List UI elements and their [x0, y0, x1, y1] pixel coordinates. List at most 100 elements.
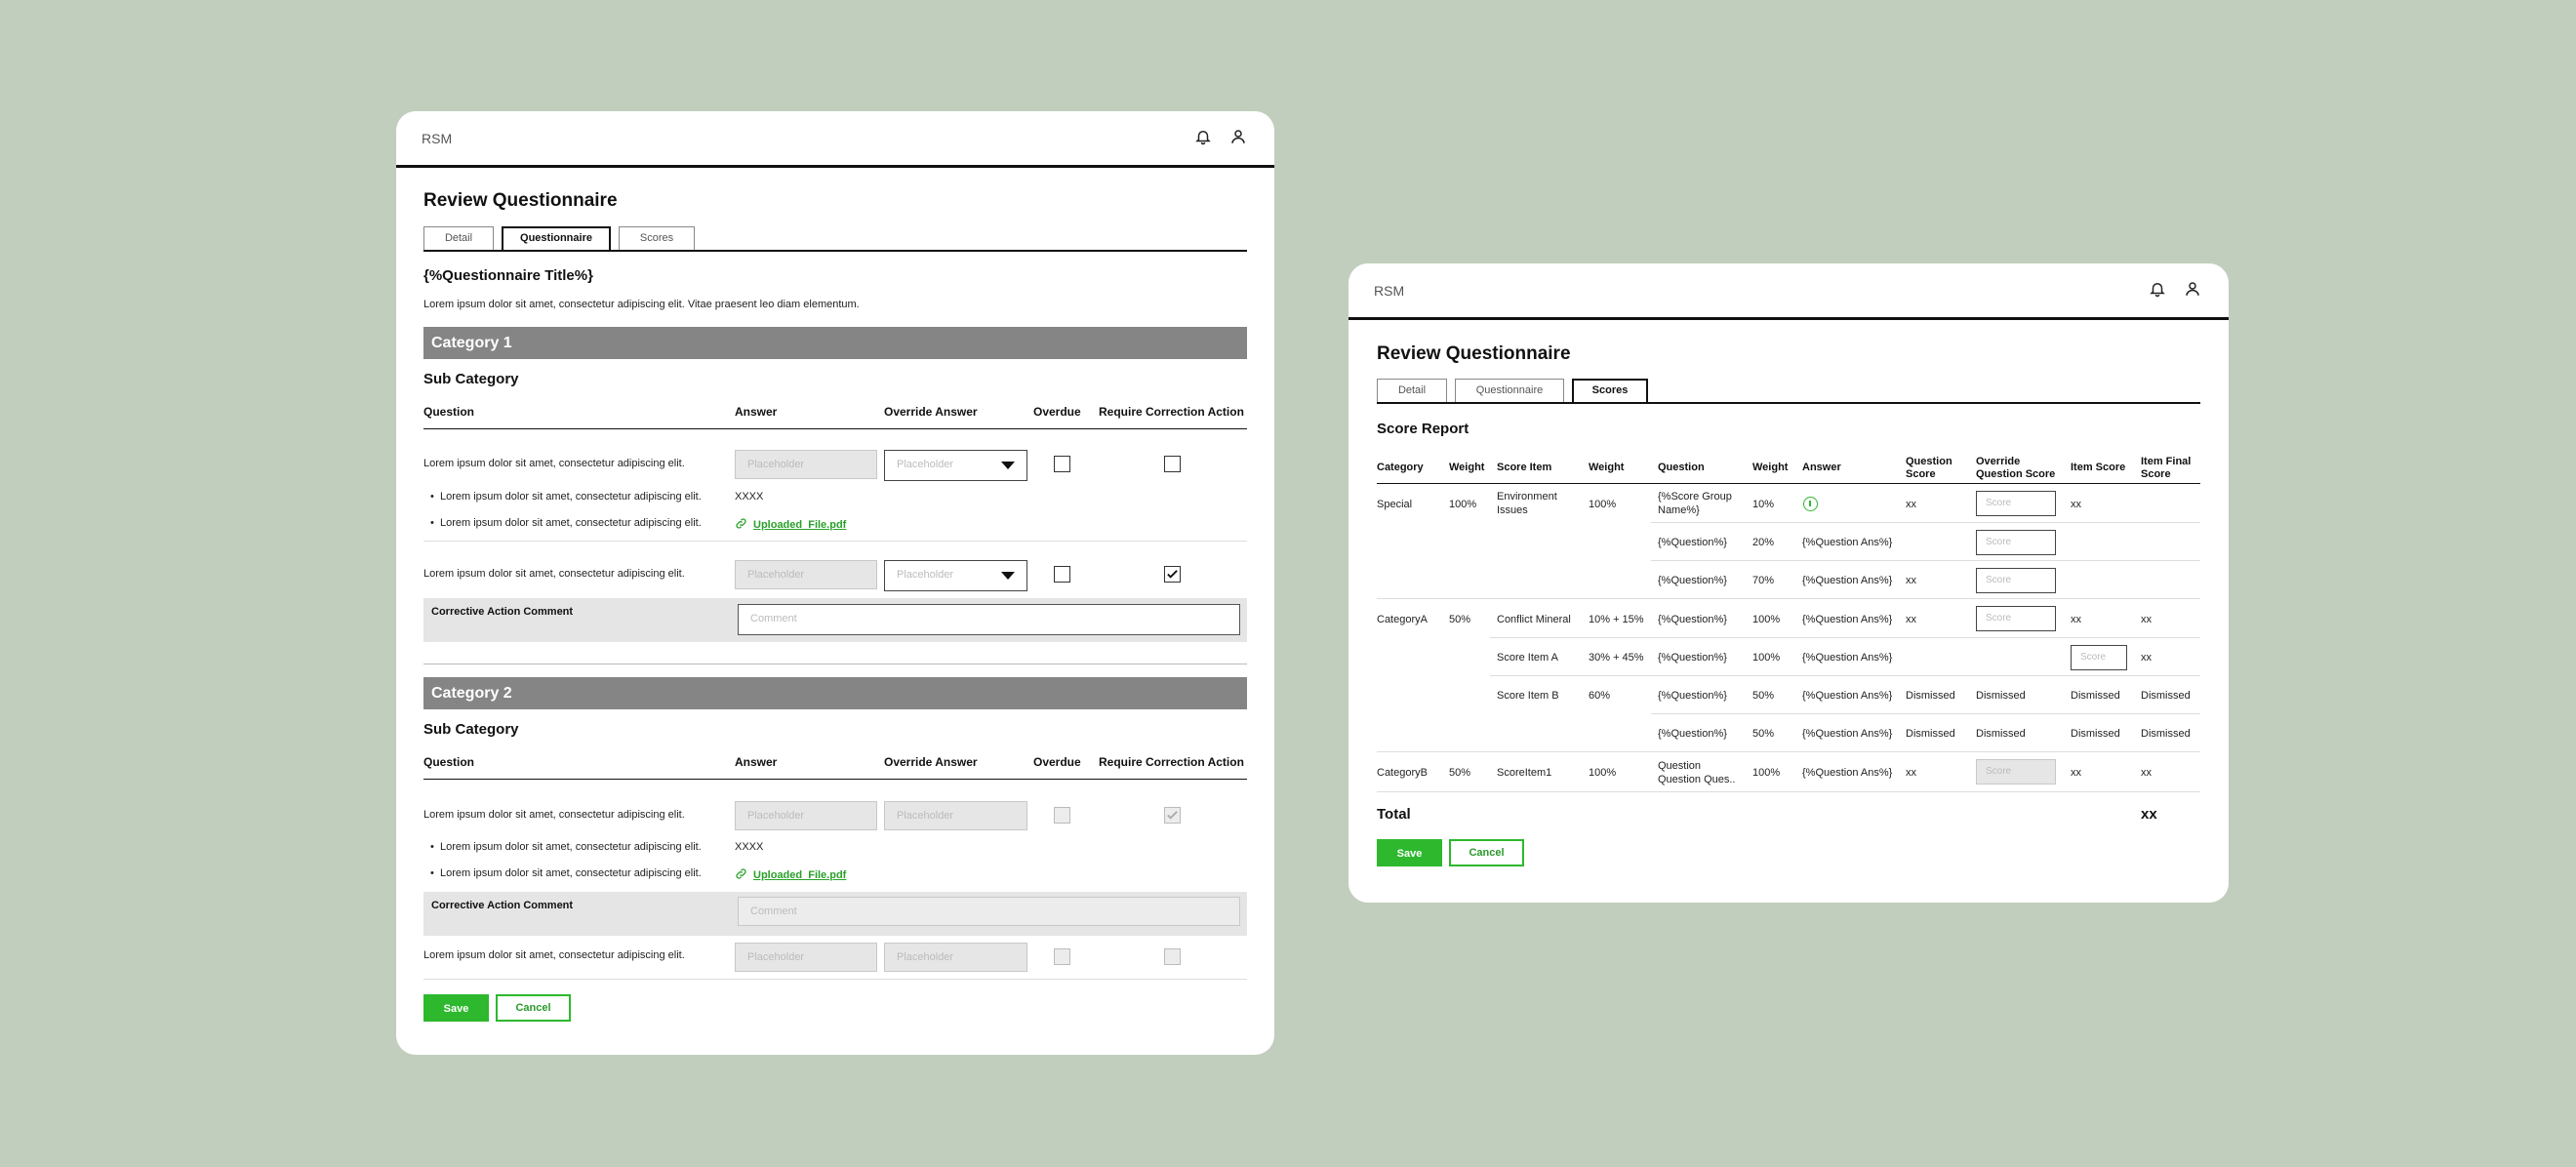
save-button[interactable]: Save [1377, 839, 1442, 866]
comment-input[interactable]: Comment [738, 604, 1240, 635]
question-score-cell: Dismissed [1906, 690, 1955, 702]
correction-checkbox[interactable] [1164, 948, 1181, 965]
overdue-checkbox[interactable] [1054, 456, 1070, 472]
comment-input[interactable]: Comment [738, 897, 1240, 926]
total-label: Total [1377, 806, 1411, 823]
tab-questionnaire[interactable]: Questionnaire [1455, 379, 1564, 402]
question-score-cell: Dismissed [1906, 728, 1955, 740]
col-answer: Answer [735, 405, 778, 419]
tab-questionnaire[interactable]: Questionnaire [502, 226, 611, 250]
score-input[interactable]: Score [1976, 759, 2056, 785]
weight-cell: 100% [1449, 499, 1477, 510]
answer-input[interactable]: Placeholder [735, 801, 877, 830]
override-answer-select[interactable]: Placeholder [884, 560, 1027, 591]
question-text: Lorem ipsum dolor sit amet, consectetur … [423, 809, 685, 821]
override-placeholder: Placeholder [897, 459, 954, 470]
category-cell: Special [1377, 499, 1413, 510]
question-cell: {%Question%} [1658, 537, 1727, 548]
cancel-button[interactable]: Cancel [496, 994, 571, 1022]
override-placeholder: Placeholder [897, 569, 954, 581]
questionnaire-card: RSM Review Questionnaire Detail Question… [396, 111, 1274, 1055]
col-category: Category [1377, 462, 1424, 473]
weight-cell: 10% + 15% [1589, 614, 1644, 625]
correction-checkbox[interactable] [1164, 456, 1181, 472]
info-icon[interactable] [1803, 497, 1818, 511]
score-input[interactable]: Score [1976, 606, 2056, 631]
item-score-cell: xx [2071, 767, 2081, 779]
correction-checkbox[interactable] [1164, 807, 1181, 824]
question-score-cell: xx [1906, 767, 1916, 779]
tab-scores[interactable]: Scores [1572, 379, 1648, 402]
question-text: Lorem ipsum dolor sit amet, consectetur … [423, 458, 685, 469]
corrective-action-panel: Corrective Action Comment Comment [423, 892, 1247, 936]
overdue-checkbox[interactable] [1054, 948, 1070, 965]
answer-cell: {%Question Ans%} [1802, 575, 1893, 586]
subcategory-title: Sub Category [423, 371, 519, 387]
question-score-cell: xx [1906, 499, 1916, 510]
bell-icon[interactable] [2149, 280, 2166, 298]
checkmark-icon [1167, 811, 1178, 820]
sub-answer-value: XXXX [735, 491, 764, 503]
correction-checkbox[interactable] [1164, 566, 1181, 583]
col-overdue: Overdue [1033, 755, 1081, 769]
overdue-checkbox[interactable] [1054, 566, 1070, 583]
overdue-checkbox[interactable] [1054, 807, 1070, 824]
divider [1651, 522, 2200, 523]
sub-question-text: Lorem ipsum dolor sit amet, consectetur … [430, 517, 702, 529]
question-cell: {%Question%} [1658, 690, 1727, 702]
override-score-cell: Dismissed [1976, 728, 2026, 740]
bell-icon[interactable] [1194, 128, 1212, 145]
question-cell: {%Question%} [1658, 575, 1727, 586]
subcategory-title: Sub Category [423, 721, 519, 738]
tab-scores[interactable]: Scores [619, 226, 695, 250]
tab-bar: Detail Questionnaire Scores [423, 226, 1247, 252]
score-input[interactable]: Score [1976, 568, 2056, 593]
file-name: Uploaded_File.pdf [753, 519, 847, 531]
chevron-down-icon [1001, 572, 1015, 580]
score-input[interactable]: Score [1976, 491, 2056, 516]
app-header: RSM [396, 111, 1274, 168]
item-final-score-cell: xx [2141, 767, 2152, 779]
user-icon[interactable] [2184, 280, 2201, 298]
divider [423, 541, 1247, 542]
item-score-input[interactable]: Score [2071, 645, 2127, 670]
override-score-cell: Dismissed [1976, 690, 2026, 702]
sub-question-text: Lorem ipsum dolor sit amet, consectetur … [430, 841, 702, 853]
override-answer-input[interactable]: Placeholder [884, 943, 1027, 972]
answer-input[interactable]: Placeholder [735, 560, 877, 589]
weight-cell: 50% [1752, 690, 1775, 702]
chevron-down-icon [1001, 462, 1015, 469]
score-input[interactable]: Score [1976, 530, 2056, 555]
override-answer-select[interactable]: Placeholder [884, 450, 1027, 481]
page-title: Review Questionnaire [423, 190, 618, 211]
answer-input[interactable]: Placeholder [735, 943, 877, 972]
col-question-weight: Weight [1752, 462, 1789, 473]
answer-input[interactable]: Placeholder [735, 450, 877, 479]
weight-cell: 30% + 45% [1589, 652, 1644, 664]
weight-cell: 50% [1449, 614, 1471, 625]
save-button[interactable]: Save [423, 994, 489, 1022]
answer-cell: {%Question Ans%} [1802, 690, 1893, 702]
override-answer-input[interactable]: Placeholder [884, 801, 1027, 830]
weight-cell: 50% [1449, 767, 1471, 779]
uploaded-file-link[interactable]: Uploaded_File.pdf [735, 867, 846, 881]
col-require-correction: Require Correction Action [1099, 405, 1244, 419]
score-item-cell: Score Item B [1497, 690, 1559, 702]
item-score-cell: xx [2071, 499, 2081, 510]
user-icon[interactable] [1229, 128, 1247, 145]
weight-cell: 70% [1752, 575, 1775, 586]
divider [1377, 483, 2200, 484]
uploaded-file-link[interactable]: Uploaded_File.pdf [735, 517, 846, 531]
link-icon [736, 518, 746, 529]
tab-detail[interactable]: Detail [1377, 379, 1447, 402]
questionnaire-description: Lorem ipsum dolor sit amet, consectetur … [423, 299, 860, 310]
col-question: Question [423, 405, 475, 419]
answer-cell: {%Question Ans%} [1802, 652, 1893, 664]
tab-bar: Detail Questionnaire Scores [1377, 379, 2200, 404]
cancel-button[interactable]: Cancel [1449, 839, 1524, 866]
divider [1377, 751, 2200, 752]
question-cell: {%Question%} [1658, 728, 1727, 740]
sub-question-text: Lorem ipsum dolor sit amet, consectetur … [430, 491, 702, 503]
tab-detail[interactable]: Detail [423, 226, 494, 250]
col-override-answer: Override Answer [884, 405, 978, 419]
